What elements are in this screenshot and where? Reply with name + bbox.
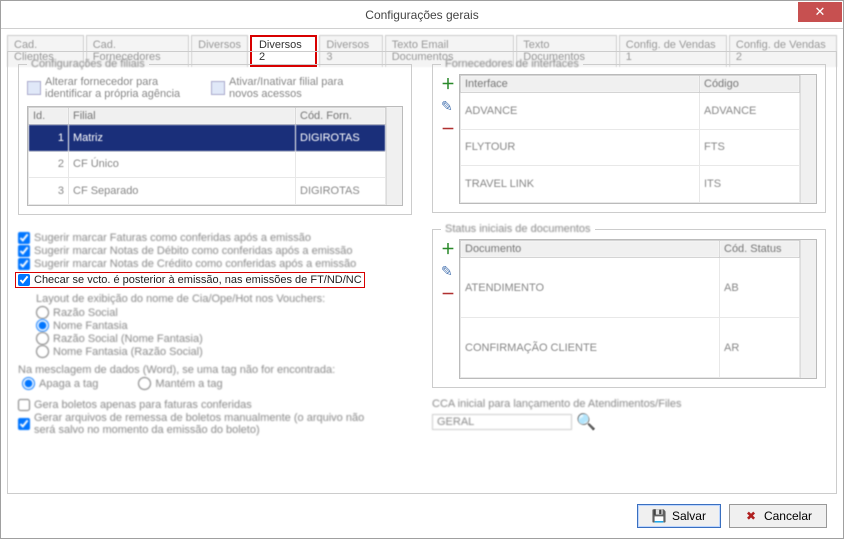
filiais-grid[interactable]: Id. Filial Cód. Forn. 1 Matriz DIGIROTAS (27, 106, 403, 206)
table-row[interactable]: TRAVEL LINKITS (461, 166, 800, 203)
scrollbar[interactable] (386, 107, 402, 205)
check-checar-vencimento[interactable]: Checar se vcto. é posterior à emissão, n… (15, 272, 365, 288)
filiais-alterar-fornecedor-button[interactable]: Alterar fornecedor para identificar a pr… (27, 76, 195, 100)
scrollbar[interactable] (800, 75, 816, 203)
status-col-documento[interactable]: Documento (461, 241, 720, 258)
filiais-col-cod[interactable]: Cód. Forn. (296, 108, 386, 125)
check-boletos-conferidas[interactable]: Gera boletos apenas para faturas conferi… (18, 399, 412, 411)
save-button[interactable]: 💾 Salvar (637, 504, 721, 528)
filiais-ativar-button[interactable]: Ativar/Inativar filial para novos acesso… (211, 76, 359, 100)
toggle-icon (211, 81, 225, 95)
save-icon: 💾 (652, 509, 666, 523)
table-row[interactable]: FLYTOURFTS (461, 129, 800, 166)
fornecedores-legend: Fornecedores de interfaces (441, 58, 583, 70)
table-row[interactable]: CONFIRMAÇÃO CLIENTEAR (461, 318, 800, 378)
radio-razao-social[interactable]: Razão Social (36, 306, 412, 319)
filiais-legend: Configurações de filiais (27, 58, 149, 70)
cca-label: CCA inicial para lançamento de Atendimen… (432, 398, 826, 410)
status-group: Status iniciais de documentos ＋ ✎ － Docu… (432, 223, 826, 388)
radio-nome-fantasia[interactable]: Nome Fantasia (36, 319, 412, 332)
fornecedores-grid[interactable]: Interface Código ADVANCEADVANCE FLYTOURF… (459, 74, 817, 204)
radio-nome-razao[interactable]: Nome Fantasia (Razão Social) (36, 345, 412, 358)
filiais-col-filial[interactable]: Filial (69, 108, 296, 125)
filiais-group: Configurações de filiais Alterar fornece… (18, 58, 412, 215)
fornecedores-col-interface[interactable]: Interface (461, 76, 700, 93)
cancel-button[interactable]: ✖ Cancelar (729, 504, 827, 528)
table-row[interactable]: ATENDIMENTOAB (461, 258, 800, 318)
footer: 💾 Salvar ✖ Cancelar (1, 494, 843, 538)
lookup-icon[interactable]: 🔍 (576, 412, 596, 432)
radio-razao-nome[interactable]: Razão Social (Nome Fantasia) (36, 332, 412, 345)
edit-icon[interactable]: ✎ (441, 98, 455, 115)
main-window: Configurações gerais ✕ Cad. Clientes Cad… (0, 0, 844, 539)
check-notas-credito[interactable]: Sugerir marcar Notas de Crédito como con… (18, 258, 412, 270)
window-title: Configurações gerais (1, 8, 843, 22)
edit-icon[interactable]: ✎ (441, 263, 455, 280)
table-row[interactable]: 3 CF Separado DIGIROTAS (29, 178, 386, 205)
filiais-ativar-label: Ativar/Inativar filial para novos acesso… (229, 76, 359, 100)
fornecedores-col-codigo[interactable]: Código (700, 76, 800, 93)
table-row[interactable]: ADVANCEADVANCE (461, 93, 800, 130)
merge-label: Na mesclagem de dados (Word), se uma tag… (18, 364, 412, 376)
content-panel: Configurações de filiais Alterar fornece… (7, 51, 837, 494)
table-row[interactable]: 1 Matriz DIGIROTAS (29, 125, 386, 152)
info-icon (27, 81, 41, 95)
check-remessa-manual[interactable]: Gerar arquivos de remessa de boletos man… (18, 412, 412, 436)
check-faturas[interactable]: Sugerir marcar Faturas como conferidas a… (18, 232, 412, 244)
titlebar: Configurações gerais ✕ (1, 1, 843, 29)
fornecedores-group: Fornecedores de interfaces ＋ ✎ － Interfa… (432, 58, 826, 213)
status-col-cod[interactable]: Cód. Status (720, 241, 800, 258)
filiais-alterar-label: Alterar fornecedor para identificar a pr… (45, 76, 195, 100)
scrollbar[interactable] (800, 240, 816, 378)
radio-apaga-tag[interactable]: Apaga a tag (22, 377, 98, 390)
layout-label: Layout de exibição do nome de Cia/Ope/Ho… (36, 293, 412, 305)
cca-input[interactable] (432, 414, 572, 430)
radio-mantem-tag[interactable]: Mantém a tag (138, 377, 222, 390)
table-row[interactable]: 2 CF Único (29, 151, 386, 178)
cancel-icon: ✖ (744, 509, 758, 523)
status-grid[interactable]: Documento Cód. Status ATENDIMENTOAB CONF… (459, 239, 817, 379)
add-icon[interactable]: ＋ (441, 74, 455, 94)
status-legend: Status iniciais de documentos (441, 223, 595, 235)
remove-icon[interactable]: － (441, 119, 455, 139)
check-notas-debito[interactable]: Sugerir marcar Notas de Débito como conf… (18, 245, 412, 257)
remove-icon[interactable]: － (441, 284, 455, 304)
filiais-col-id[interactable]: Id. (29, 108, 69, 125)
add-icon[interactable]: ＋ (441, 239, 455, 259)
